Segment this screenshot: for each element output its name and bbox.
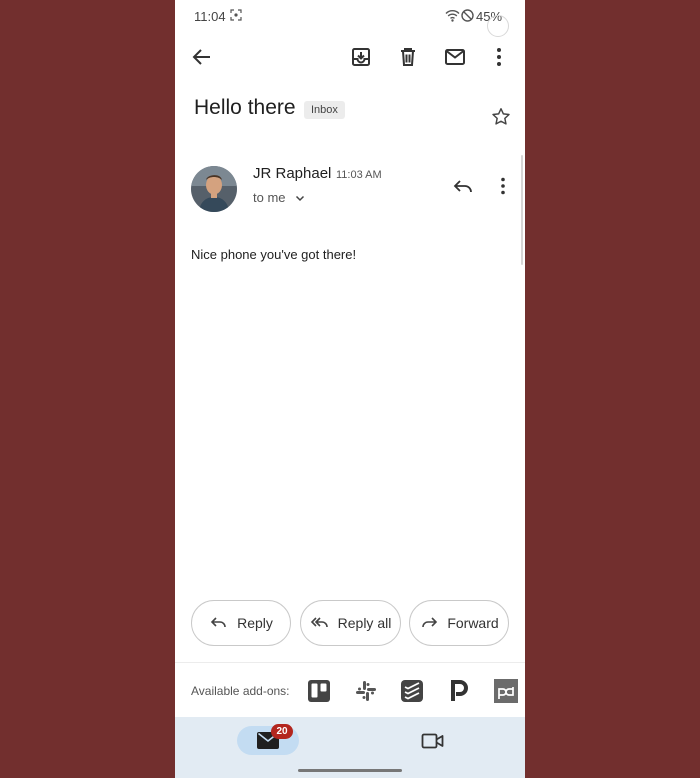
arrow-left-icon xyxy=(192,49,210,65)
sender-avatar[interactable] xyxy=(191,166,237,212)
email-toolbar xyxy=(175,38,525,76)
forward-label: Forward xyxy=(447,615,499,631)
slack-addon[interactable] xyxy=(354,679,378,703)
inbox-label-chip[interactable]: Inbox xyxy=(304,101,345,119)
delete-button[interactable] xyxy=(396,45,420,69)
back-button[interactable] xyxy=(190,45,214,69)
trash-icon xyxy=(401,48,415,66)
forward-button[interactable]: Forward xyxy=(409,600,509,646)
reply-all-icon xyxy=(310,617,328,628)
video-camera-icon[interactable] xyxy=(421,731,445,751)
phone-screen: 11:04 45% Hello there Inbox JR Raphael 1… xyxy=(175,0,525,778)
email-body: Nice phone you've got there! xyxy=(191,247,357,262)
todoist-addon[interactable] xyxy=(400,679,424,703)
reply-icon[interactable] xyxy=(451,174,475,198)
addons-label: Available add-ons: xyxy=(191,684,290,698)
todoist-icon xyxy=(401,680,423,702)
pipedrive-icon xyxy=(448,680,470,702)
chevron-down-icon[interactable] xyxy=(293,191,307,205)
assistant-indicator-icon xyxy=(487,15,509,37)
do-not-disturb-icon xyxy=(461,9,474,22)
archive-icon xyxy=(352,48,370,66)
sent-time: 11:03 AM xyxy=(336,169,382,181)
pandadoc-icon xyxy=(494,679,518,703)
reply-icon xyxy=(210,617,226,628)
reply-label: Reply xyxy=(237,615,273,631)
mail-icon xyxy=(445,49,465,65)
mark-unread-button[interactable] xyxy=(443,45,467,69)
avatar-photo xyxy=(191,166,237,212)
reply-button[interactable]: Reply xyxy=(191,600,291,646)
unread-count-badge: 20 xyxy=(271,724,293,739)
archive-button[interactable] xyxy=(349,45,373,69)
more-vert-icon xyxy=(497,48,501,66)
email-subject: Hello there xyxy=(194,96,296,119)
reply-all-label: Reply all xyxy=(337,615,392,631)
home-indicator[interactable] xyxy=(298,769,402,772)
slack-icon xyxy=(356,681,376,701)
screen-record-icon xyxy=(230,9,242,21)
addons-bar: Available add-ons: xyxy=(175,662,525,717)
reply-all-button[interactable]: Reply all xyxy=(300,600,401,646)
trello-addon[interactable] xyxy=(307,679,331,703)
wifi-icon xyxy=(445,10,460,22)
more-options-button[interactable] xyxy=(487,45,511,69)
message-more-icon[interactable] xyxy=(491,174,515,198)
status-time: 11:04 xyxy=(194,9,226,24)
pandadoc-addon[interactable] xyxy=(494,679,518,703)
star-icon[interactable] xyxy=(490,106,512,128)
sender-name: JR Raphael xyxy=(253,165,332,182)
recipient-text[interactable]: to me xyxy=(253,190,286,205)
status-bar: 11:04 45% xyxy=(175,0,525,37)
scrollbar[interactable] xyxy=(521,155,523,265)
pipedrive-addon[interactable] xyxy=(447,679,471,703)
trello-icon xyxy=(308,680,330,702)
forward-icon xyxy=(422,617,438,628)
